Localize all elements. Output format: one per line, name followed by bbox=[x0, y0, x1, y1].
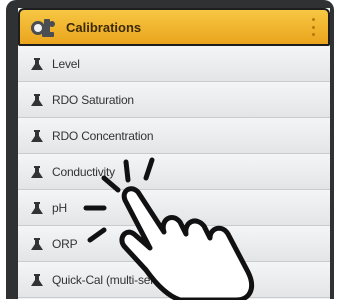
calibrations-header[interactable]: Calibrations bbox=[18, 8, 330, 46]
beaker-icon bbox=[30, 129, 44, 143]
tap-gesture-hand-icon bbox=[83, 157, 254, 300]
beaker-icon bbox=[30, 201, 44, 215]
header-title: Calibrations bbox=[66, 19, 142, 35]
beaker-icon bbox=[30, 57, 44, 71]
overflow-menu-icon[interactable] bbox=[308, 18, 318, 36]
beaker-icon bbox=[30, 165, 44, 179]
list-item-rdo-saturation[interactable]: RDO Saturation bbox=[18, 82, 330, 118]
list-item-label: Level bbox=[52, 56, 80, 71]
list-item-label: RDO Concentration bbox=[52, 128, 154, 143]
list-item-label: RDO Saturation bbox=[52, 92, 134, 107]
beaker-icon bbox=[30, 273, 44, 287]
list-item-level[interactable]: Level bbox=[18, 46, 330, 82]
beaker-icon bbox=[30, 93, 44, 107]
list-item-rdo-concentration[interactable]: RDO Concentration bbox=[18, 118, 330, 154]
calibration-flask-icon bbox=[28, 15, 60, 39]
beaker-icon bbox=[30, 237, 44, 251]
